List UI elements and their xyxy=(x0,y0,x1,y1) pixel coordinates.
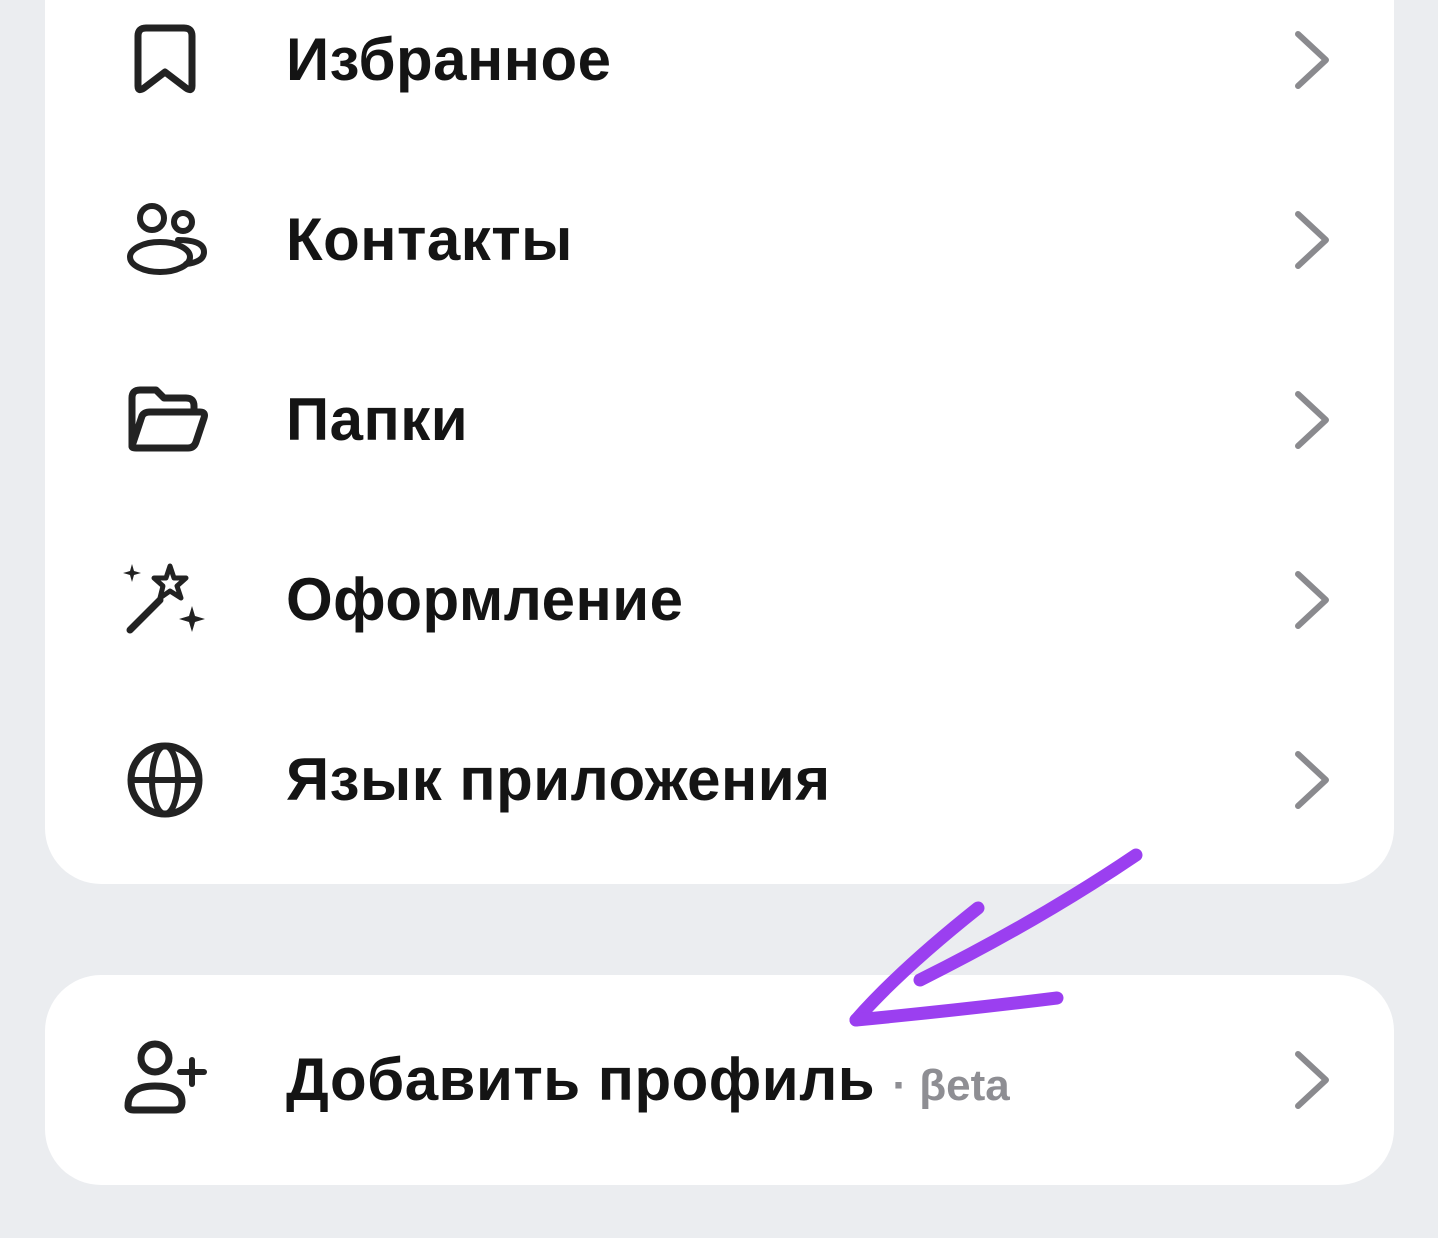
add-profile-label: Добавить профиль · βeta xyxy=(286,990,1010,1170)
add-user-icon xyxy=(120,1040,210,1120)
contacts-icon xyxy=(120,200,210,280)
menu-item-app-language[interactable]: Язык приложения xyxy=(45,690,1394,870)
chevron-right-icon xyxy=(1288,210,1338,270)
menu-item-folders[interactable]: Папки xyxy=(45,330,1394,510)
chevron-right-icon xyxy=(1288,390,1338,450)
add-profile-card: Добавить профиль · βeta xyxy=(45,975,1394,1185)
add-profile-text: Добавить профиль xyxy=(286,1046,876,1113)
menu-item-label: Избранное xyxy=(286,26,612,93)
menu-item-label: Контакты xyxy=(286,206,573,273)
menu-item-label: Оформление xyxy=(286,566,684,633)
menu-item-favorites[interactable]: Избранное xyxy=(45,0,1394,150)
beta-badge: · βeta xyxy=(892,1061,1010,1110)
bookmark-icon xyxy=(120,20,210,100)
chevron-right-icon xyxy=(1288,570,1338,630)
menu-item-appearance[interactable]: Оформление xyxy=(45,510,1394,690)
menu-item-label: Язык приложения xyxy=(286,746,831,813)
chevron-right-icon xyxy=(1288,1050,1338,1110)
chevron-right-icon xyxy=(1288,30,1338,90)
globe-icon xyxy=(120,740,210,820)
menu-item-contacts[interactable]: Контакты xyxy=(45,150,1394,330)
magic-wand-icon xyxy=(120,560,210,640)
menu-item-label: Папки xyxy=(286,386,469,453)
add-profile-button[interactable]: Добавить профиль · βeta xyxy=(45,990,1394,1170)
chevron-right-icon xyxy=(1288,750,1338,810)
folder-icon xyxy=(120,380,210,460)
settings-menu-card: Избранное Контакты Папки Оформление Язык… xyxy=(45,0,1394,884)
